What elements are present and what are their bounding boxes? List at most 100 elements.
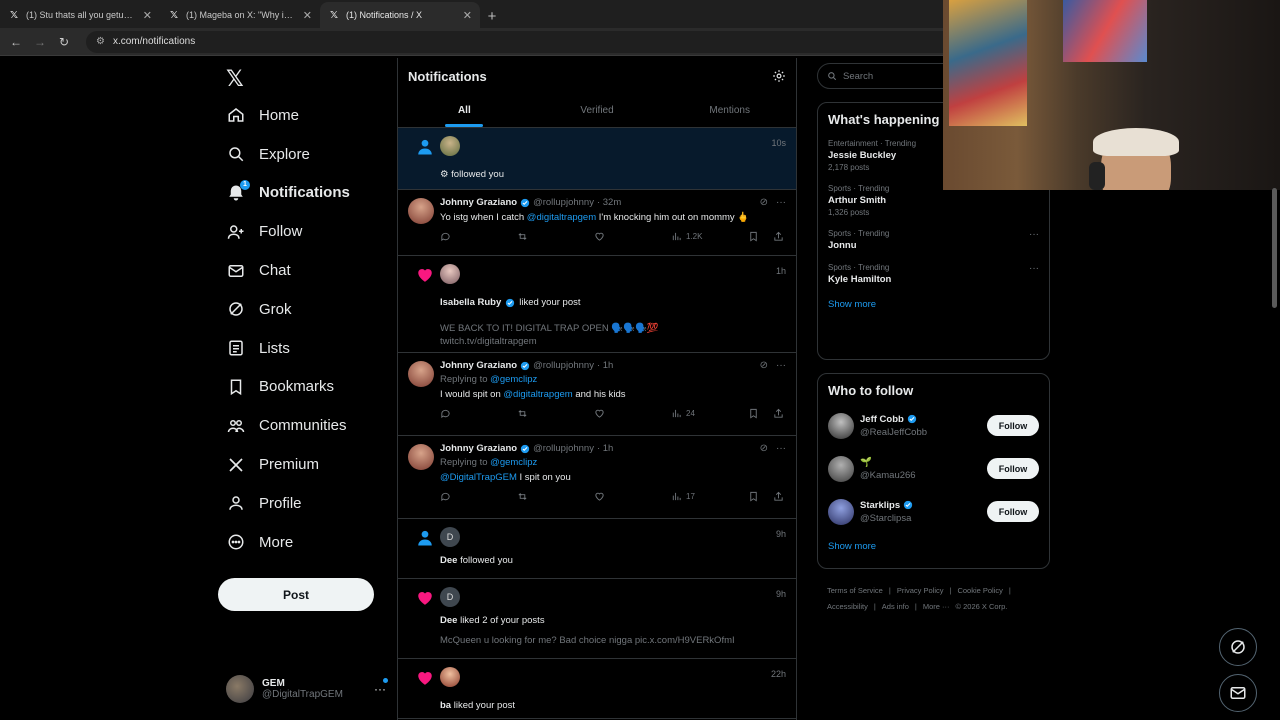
avatar[interactable] [828, 455, 854, 482]
avatar[interactable] [440, 136, 460, 156]
tab-mentions[interactable]: Mentions [663, 94, 796, 127]
notification-like[interactable]: 1h Isabella Ruby liked your post WE BACK… [398, 256, 796, 353]
account-switcher[interactable]: GEM @DigitalTrapGEM ··· [226, 674, 388, 704]
post[interactable]: Johnny Graziano @rollupjohnny · 32m ⊘ ···… [398, 190, 796, 256]
trend-item[interactable]: Sports · Trending Jonnu ··· [818, 223, 1049, 257]
views-button[interactable]: 17 [671, 491, 748, 502]
post[interactable]: Johnny Graziano @rollupjohnny · 1h ⊘ ··· … [398, 353, 796, 436]
author-name[interactable]: Johnny Graziano [440, 197, 517, 208]
footer-link[interactable]: Ads info [882, 602, 909, 611]
nav-item-follow[interactable]: Follow [218, 212, 396, 251]
grok-icon[interactable]: ⊘ [760, 360, 768, 371]
grok-icon[interactable]: ⊘ [760, 197, 768, 208]
nav-item-notifications[interactable]: 1 Notifications [218, 174, 396, 213]
tab-all[interactable]: All [398, 94, 531, 127]
follow-suggestion[interactable]: Starklips @Starclipsa Follow [818, 490, 1049, 533]
scrollbar[interactable] [1271, 58, 1278, 720]
bookmark-icon[interactable] [748, 491, 759, 502]
nav-item-communities[interactable]: Communities [218, 406, 396, 445]
nav-item-profile[interactable]: Profile [218, 484, 396, 523]
browser-tab-active[interactable]: 𝕏 (1) Notifications / X ✕ [320, 2, 480, 28]
avatar[interactable] [408, 198, 434, 224]
site-info-icon[interactable]: ⚙ [96, 36, 105, 47]
more-icon[interactable]: ··· [776, 360, 786, 371]
footer-link[interactable]: More ··· [923, 602, 950, 611]
views-button[interactable]: 24 [671, 408, 748, 419]
tab-verified[interactable]: Verified [531, 94, 664, 127]
footer-link[interactable]: Terms of Service [827, 586, 883, 595]
notification-like[interactable]: D 9h Dee liked 2 of your posts McQueen u… [398, 579, 796, 659]
reload-icon[interactable]: ↻ [54, 32, 74, 52]
reply-button[interactable] [440, 491, 517, 502]
new-tab-button[interactable]: + [480, 4, 504, 28]
nav-item-premium[interactable]: Premium [218, 445, 396, 484]
quoted-post[interactable]: WE BACK TO IT! DIGITAL TRAP OPEN 🗣️🗣️🗣️💯… [440, 322, 786, 348]
back-arrow-icon[interactable]: ← [6, 32, 26, 52]
bookmark-icon[interactable] [748, 408, 759, 419]
forward-arrow-icon[interactable]: → [30, 32, 50, 52]
avatar[interactable] [440, 667, 460, 687]
messages-fab-button[interactable] [1219, 674, 1257, 712]
reply-button[interactable] [440, 231, 517, 242]
nav-item-chat[interactable]: Chat [218, 251, 396, 290]
avatar[interactable] [408, 361, 434, 387]
share-icon[interactable] [773, 408, 784, 419]
follow-button[interactable]: Follow [987, 501, 1039, 522]
like-button[interactable] [594, 408, 671, 419]
more-icon[interactable]: ··· [776, 443, 786, 454]
reply-button[interactable] [440, 408, 517, 419]
actor-name[interactable]: Dee [440, 555, 457, 566]
x-logo-icon[interactable]: 𝕏 [226, 66, 244, 92]
footer-link[interactable]: Accessibility [827, 602, 868, 611]
post-button[interactable]: Post [218, 578, 374, 611]
more-icon[interactable]: ··· [776, 197, 786, 208]
repost-button[interactable] [517, 491, 594, 502]
mention-link[interactable]: @DigitalTrapGEM [440, 472, 517, 483]
follow-button[interactable]: Follow [987, 458, 1039, 479]
avatar[interactable]: D [440, 587, 460, 607]
mention-link[interactable]: @digitaltrapgem [527, 212, 596, 223]
share-icon[interactable] [773, 491, 784, 502]
views-button[interactable]: 1.2K [671, 231, 748, 242]
nav-item-home[interactable]: Home [218, 96, 396, 135]
close-icon[interactable]: ✕ [303, 9, 312, 22]
footer-link[interactable]: Cookie Policy [957, 586, 1002, 595]
more-icon[interactable]: ··· [1029, 263, 1039, 274]
follow-suggestion[interactable]: 🌱 @Kamau266 Follow [818, 447, 1049, 490]
close-icon[interactable]: ✕ [463, 9, 472, 22]
show-more-link[interactable]: Show more [818, 533, 1049, 562]
avatar[interactable] [828, 498, 854, 525]
like-button[interactable] [594, 231, 671, 242]
mention-link[interactable]: @gemclipz [490, 374, 537, 385]
repost-button[interactable] [517, 408, 594, 419]
nav-item-lists[interactable]: Lists [218, 329, 396, 368]
close-icon[interactable]: ✕ [143, 9, 152, 22]
author-name[interactable]: Johnny Graziano [440, 443, 517, 454]
like-button[interactable] [594, 491, 671, 502]
actor-name[interactable]: ba [440, 700, 451, 711]
notification-follow[interactable]: D 9h Dee followed you [398, 519, 796, 579]
share-icon[interactable] [773, 231, 784, 242]
scrollbar-thumb[interactable] [1272, 188, 1277, 308]
notification-follow[interactable]: 10s ⚙ followed you [398, 128, 796, 190]
avatar[interactable] [408, 444, 434, 470]
repost-button[interactable] [517, 231, 594, 242]
nav-item-grok[interactable]: Grok [218, 290, 396, 329]
avatar[interactable]: D [440, 527, 460, 547]
notification-like[interactable]: 22h ba liked your post [398, 659, 796, 719]
avatar[interactable] [440, 264, 460, 284]
quoted-link[interactable]: twitch.tv/digitaltrapgem [440, 335, 786, 348]
browser-tab[interactable]: 𝕏 (1) Stu thats all you getus // on ✕ [0, 2, 160, 28]
more-icon[interactable]: ··· [374, 678, 388, 696]
grok-icon[interactable]: ⊘ [760, 443, 768, 454]
follow-suggestion[interactable]: Jeff Cobb @RealJeffCobb Follow [818, 404, 1049, 447]
more-icon[interactable]: ··· [1029, 229, 1039, 240]
mention-link[interactable]: @gemclipz [490, 457, 537, 468]
nav-item-bookmarks[interactable]: Bookmarks [218, 368, 396, 407]
actor-name[interactable]: Dee [440, 615, 457, 626]
show-more-link[interactable]: Show more [818, 291, 1049, 320]
nav-item-explore[interactable]: Explore [218, 135, 396, 174]
bookmark-icon[interactable] [748, 231, 759, 242]
footer-link[interactable]: Privacy Policy [897, 586, 944, 595]
author-name[interactable]: Johnny Graziano [440, 360, 517, 371]
